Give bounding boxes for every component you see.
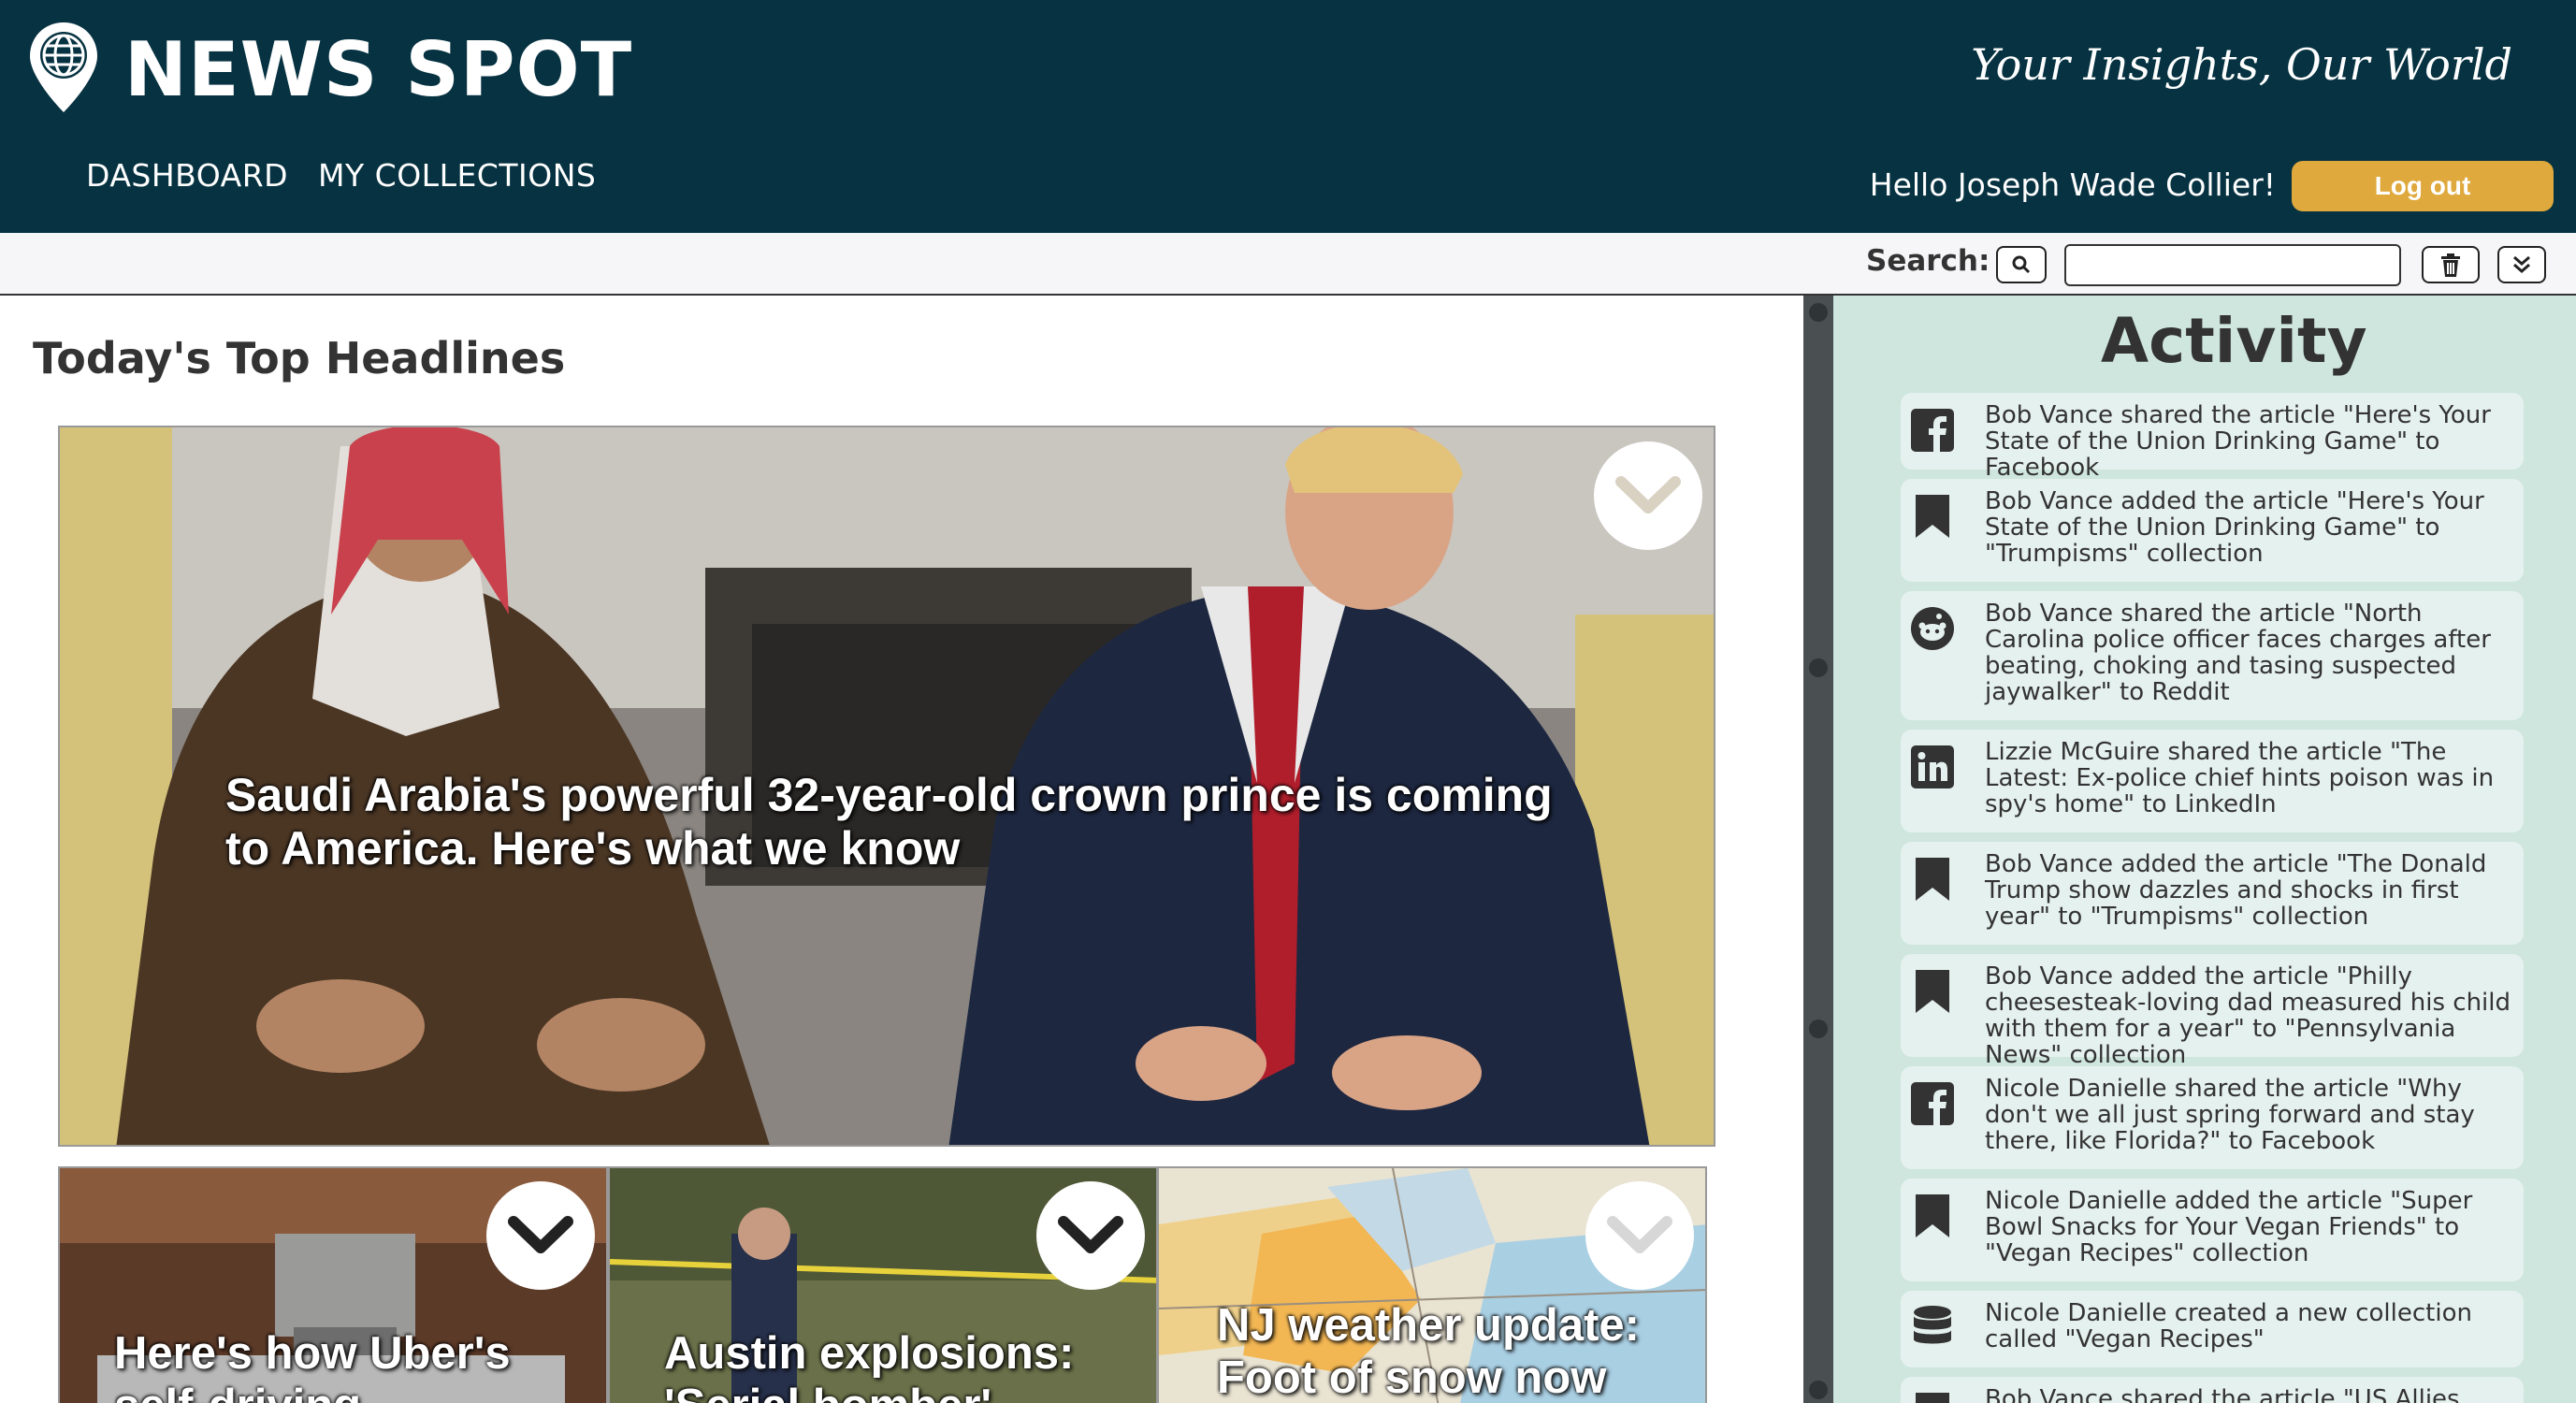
activity-text: Nicole Danielle shared the article "Why …	[1985, 1075, 2475, 1155]
activity-text: Nicole Danielle created a new collection…	[1985, 1299, 2472, 1353]
activity-panel: Activity Bob Vance shared the article "H…	[1833, 296, 2576, 1403]
activity-text: Lizzie McGuire shared the article "The L…	[1985, 738, 2495, 818]
activity-text: Nicole Danielle added the article "Super…	[1985, 1187, 2473, 1267]
chevron-down-icon	[1058, 1216, 1123, 1253]
rail-handle[interactable]	[1809, 1381, 1828, 1399]
reddit-icon	[1906, 602, 1959, 655]
activity-item[interactable]: Bob Vance shared the article "US Allies …	[1901, 1377, 2524, 1403]
activity-text: Bob Vance shared the article "US Allies …	[1985, 1385, 2460, 1403]
rail-handle[interactable]	[1809, 1020, 1828, 1038]
search-bar: Search:	[0, 233, 2576, 296]
nav-dashboard[interactable]: DASHBOARD	[86, 157, 288, 194]
hero-headline[interactable]: Saudi Arabia's powerful 32-year-old crow…	[225, 769, 1554, 875]
article-headline[interactable]: NJ weather update: Foot of snow now	[1217, 1299, 1703, 1403]
activity-panel-resizer[interactable]	[1803, 296, 1833, 1403]
headlines-panel: Today's Top Headlines Saudi Arabia's pow…	[0, 296, 1803, 1403]
bookmark-icon	[1906, 1388, 1959, 1403]
activity-title: Activity	[2101, 305, 2367, 377]
user-greeting: Hello Joseph Wade Collier!	[1869, 166, 2276, 203]
rail-handle[interactable]	[1809, 303, 1828, 322]
article-card[interactable]: NJ weather update: Foot of snow now	[1157, 1166, 1707, 1403]
activity-item[interactable]: Nicole Danielle added the article "Super…	[1901, 1179, 2524, 1281]
linkedin-icon	[1906, 741, 1959, 793]
search-input[interactable]	[2064, 244, 2401, 286]
globe-pin-logo-icon[interactable]	[28, 21, 99, 114]
brand-name[interactable]: NEWS SPOT	[124, 26, 632, 113]
article-card[interactable]: Austin explosions: 'Serial bomber'	[608, 1166, 1158, 1403]
trash-icon	[2441, 253, 2460, 277]
chevron-down-icon	[1615, 476, 1681, 513]
search-label: Search:	[1866, 244, 1990, 278]
nav-my-collections[interactable]: MY COLLECTIONS	[318, 157, 596, 194]
activity-text: Bob Vance added the article "Philly chee…	[1985, 962, 2511, 1069]
section-title: Today's Top Headlines	[33, 333, 566, 383]
activity-text: Bob Vance shared the article "Here's You…	[1985, 401, 2491, 482]
tagline: Your Insights, Our World	[1971, 39, 2512, 90]
activity-text: Bob Vance added the article "The Donald …	[1985, 850, 2487, 931]
article-expand-button[interactable]	[1036, 1181, 1145, 1290]
activity-item[interactable]: Nicole Danielle created a new collection…	[1901, 1291, 2524, 1367]
hero-expand-button[interactable]	[1594, 441, 1702, 550]
activity-item[interactable]: Bob Vance shared the article "Here's You…	[1901, 393, 2524, 481]
activity-item[interactable]: Bob Vance added the article "The Donald …	[1901, 842, 2524, 945]
double-chevron-down-icon	[2513, 255, 2530, 273]
activity-item[interactable]: Nicole Danielle shared the article "Why …	[1901, 1066, 2524, 1169]
bookmark-icon	[1906, 853, 1959, 905]
header-bar: NEWS SPOT Your Insights, Our World DASHB…	[0, 0, 2576, 233]
activity-item[interactable]: Lizzie McGuire shared the article "The L…	[1901, 730, 2524, 832]
hero-article-card[interactable]: Saudi Arabia's powerful 32-year-old crow…	[58, 426, 1715, 1147]
article-headline[interactable]: Here's how Uber's self-driving	[114, 1327, 601, 1403]
article-card[interactable]: Here's how Uber's self-driving	[58, 1166, 608, 1403]
main-nav: DASHBOARD MY COLLECTIONS	[86, 157, 596, 194]
bookmark-icon	[1906, 490, 1959, 542]
search-button[interactable]	[1996, 246, 2047, 283]
search-icon	[2012, 255, 2031, 274]
chevron-down-icon	[508, 1216, 573, 1253]
facebook-icon	[1906, 1078, 1959, 1130]
bookmark-icon	[1906, 965, 1959, 1018]
activity-text: Bob Vance shared the article "North Caro…	[1985, 600, 2491, 706]
facebook-icon	[1906, 404, 1959, 456]
activity-item[interactable]: Bob Vance shared the article "North Caro…	[1901, 591, 2524, 720]
clear-search-button[interactable]	[2422, 246, 2480, 283]
article-headline[interactable]: Austin explosions: 'Serial bomber'	[664, 1327, 1151, 1403]
activity-item[interactable]: Bob Vance added the article "Philly chee…	[1901, 954, 2524, 1068]
bookmark-icon	[1906, 1190, 1959, 1242]
database-icon	[1906, 1302, 1959, 1354]
article-expand-button[interactable]	[1585, 1181, 1694, 1290]
article-expand-button[interactable]	[486, 1181, 595, 1290]
logout-button[interactable]: Log out	[2292, 161, 2554, 211]
rail-handle[interactable]	[1809, 658, 1828, 677]
expand-filters-button[interactable]	[2497, 246, 2546, 283]
chevron-down-icon	[1607, 1216, 1672, 1253]
activity-item[interactable]: Bob Vance added the article "Here's Your…	[1901, 479, 2524, 582]
activity-text: Bob Vance added the article "Here's Your…	[1985, 487, 2484, 568]
